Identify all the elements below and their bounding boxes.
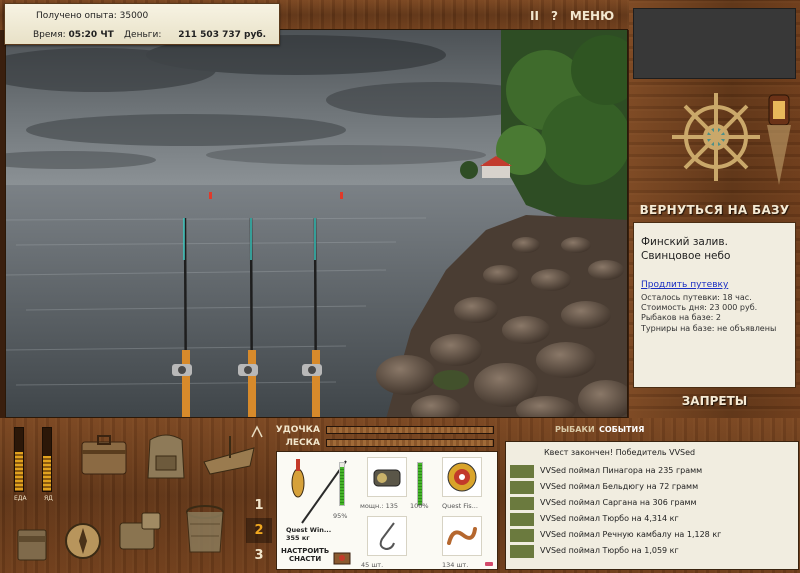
menu-button[interactable]: МЕНЮ: [570, 9, 614, 23]
event-row: VVSed поймал Бельдюгу на 72 грамм: [506, 479, 798, 495]
reel-icon: [373, 469, 401, 487]
location-title: Финский залив. Свинцовое небо: [641, 236, 731, 262]
rod-name: Quest Win...: [286, 526, 332, 534]
events-log: Квест закончен! Победитель VVSed VVSed п…: [505, 441, 799, 570]
money-readout: Деньги: 211 503 737 руб.: [124, 30, 267, 40]
day-cost: Стоимость дня: 23 000 руб.: [641, 303, 758, 312]
top-controls: II ? МЕНЮ: [530, 6, 614, 26]
player-info-panel: Получено опыта: 35000 Время: 05:20 ЧТ Де…: [4, 3, 280, 45]
hook-slot[interactable]: [367, 516, 407, 556]
experience-readout: Получено опыта: 35000: [36, 11, 149, 21]
keepnet-icon[interactable]: [180, 500, 230, 560]
event-row: VVSed поймал Тюрбо на 4,314 кг: [506, 511, 798, 527]
remove-bait-icon[interactable]: [484, 559, 494, 569]
tab-events[interactable]: СОБЫТИЯ: [599, 425, 644, 434]
bait-bucket-icon[interactable]: [12, 520, 52, 564]
reel-power: мощн.: 135: [360, 502, 398, 510]
event-row: VVSed поймал Саргана на 306 грамм: [506, 495, 798, 511]
quest-finished-message: Квест закончен! Победитель VVSed: [544, 448, 696, 457]
fish-icon: [510, 481, 534, 494]
pause-button[interactable]: II: [530, 9, 539, 23]
hooks-count: 45 шт.: [361, 561, 384, 569]
event-row: VVSed поймал Тюрбо на 1,059 кг: [506, 543, 798, 559]
event-text: VVSed поймал Речную камбалу на 1,128 кг: [540, 530, 722, 539]
right-panel: ВЕРНУТЬСЯ НА БАЗУ Финский залив. Свинцов…: [629, 0, 800, 423]
line-tension-bar: [326, 439, 494, 447]
tackle-box-icon[interactable]: [78, 430, 130, 482]
fishing-scene[interactable]: [5, 29, 628, 418]
line-name: Quest Fis...: [442, 502, 478, 510]
lantern-icon: [767, 94, 791, 185]
line-slot[interactable]: [442, 457, 482, 497]
rod-strength-bar: [326, 426, 494, 434]
backpack-icon[interactable]: [138, 428, 194, 484]
permit-remaining: Осталось путевки: 18 час.: [641, 293, 752, 302]
fish-icon: [510, 513, 534, 526]
location-card: Финский залив. Свинцовое небо Продлить п…: [633, 222, 796, 388]
back-to-base-button[interactable]: ВЕРНУТЬСЯ НА БАЗУ: [629, 199, 800, 221]
help-button[interactable]: ?: [551, 9, 558, 23]
ship-wheel-emblem: [672, 93, 791, 185]
tab-fishermen[interactable]: РЫБАКИ: [555, 425, 595, 434]
event-text: VVSed поймал Пинагора на 235 грамм: [540, 466, 703, 475]
bait-count: 134 шт.: [442, 561, 469, 569]
event-row: VVSed поймал Пинагора на 235 грамм: [506, 463, 798, 479]
event-row: VVSed поймал Речную камбалу на 1,128 кг: [506, 527, 798, 543]
food-meter: [14, 427, 24, 492]
rod-slot-tab-2[interactable]: 2: [246, 518, 272, 543]
rod-percent: 95%: [333, 512, 348, 520]
line-tension-fill: [327, 440, 493, 446]
event-text: VVSed поймал Саргана на 306 грамм: [540, 498, 697, 507]
bait-slot[interactable]: [442, 516, 482, 556]
rod-slot-tabs: 1 2 3: [246, 491, 272, 571]
reel-slot[interactable]: [367, 457, 407, 497]
setup-tackle-button[interactable]: НАСТРОИТЬ СНАСТИ: [281, 547, 329, 563]
line-bar-label: ЛЕСКА: [285, 438, 320, 448]
fish-icon: [510, 497, 534, 510]
reel-wear-gauge: [417, 462, 423, 506]
rod-wear-gauge: [339, 462, 345, 506]
event-text: VVSed поймал Тюрбо на 1,059 кг: [540, 546, 679, 555]
food-label: ЕДА: [14, 495, 27, 502]
fishermen-count: Рыбаков на базе: 2: [641, 313, 721, 322]
rod-strength-fill: [327, 427, 493, 433]
poison-label: ЯД: [44, 495, 53, 502]
hook-icon: [379, 522, 395, 551]
compass-icon[interactable]: [62, 520, 104, 562]
extend-permit-link[interactable]: Продлить путевку: [641, 280, 728, 290]
bans-button[interactable]: ЗАПРЕТЫ: [629, 390, 800, 412]
fish-icon: [510, 465, 534, 478]
mini-map-screen: [633, 8, 796, 79]
rod-slot-tab-3[interactable]: 3: [246, 543, 272, 568]
fish-icon: [510, 529, 534, 542]
worm-bait-icon: [447, 527, 477, 545]
fish-icon: [510, 545, 534, 558]
poison-meter-fill: [43, 456, 51, 491]
reel-percent: 100%: [410, 502, 429, 510]
event-text: VVSed поймал Бельдюгу на 72 грамм: [540, 482, 699, 491]
gear-chest-icon[interactable]: [332, 548, 352, 566]
time-readout: Время: 05:20 ЧТ: [33, 30, 114, 40]
poison-meter: [42, 427, 52, 492]
tackle-panel: 95% Quest Win... 355 кг НАСТРОИТЬ СНАСТИ…: [276, 451, 498, 570]
rod-slot-tab-1[interactable]: 1: [246, 493, 272, 518]
tournaments-status: Турниры на базе: не объявлены: [641, 324, 777, 333]
collapse-arrow-icon[interactable]: [250, 425, 264, 439]
event-text: VVSed поймал Тюрбо на 4,314 кг: [540, 514, 679, 523]
groundbait-icon[interactable]: [114, 505, 166, 557]
rod-bar-label: УДОЧКА: [275, 425, 320, 435]
rod-weight: 355 кг: [286, 534, 310, 542]
fishing-line-spool-icon: [447, 462, 477, 492]
food-meter-fill: [15, 451, 23, 491]
